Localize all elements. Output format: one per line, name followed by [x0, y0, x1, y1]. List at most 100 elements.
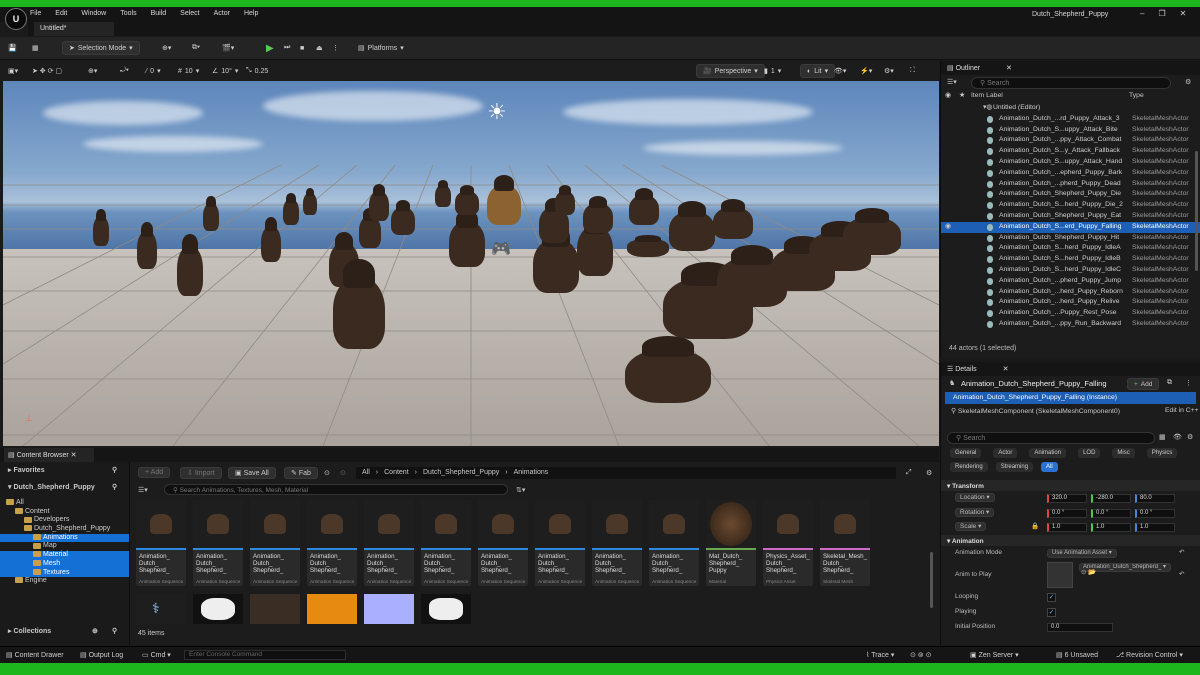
outliner-row[interactable]: Animation_Dutch_S...uppy_Attack_Hand Skel…: [941, 157, 1200, 168]
history-forward-icon[interactable]: ⊙: [340, 469, 346, 477]
browse-arrow-icon[interactable]: ⊙ 📂: [1081, 566, 1096, 580]
eye-icon[interactable]: 👁: [1173, 433, 1182, 441]
settings-icon[interactable]: ⚙: [1185, 78, 1191, 86]
menu-tools[interactable]: Tools: [120, 10, 136, 17]
settings-icon[interactable]: ⚙: [926, 469, 932, 477]
filter-streaming[interactable]: Streaming: [995, 462, 1034, 472]
sort-icon[interactable]: ⇅▾: [516, 486, 525, 494]
transform-tools[interactable]: ➤ ✥ ⟳ ▢: [32, 64, 62, 78]
outliner-row[interactable]: Animation_Dutch_...ppy_Attack_Combat Skel…: [941, 135, 1200, 146]
rotation-x[interactable]: 0.0 °: [1047, 508, 1087, 518]
animation-section[interactable]: ▾ Animation: [941, 534, 1200, 546]
save-all-button[interactable]: ▣ Save All: [228, 467, 276, 479]
dog-actor[interactable]: [261, 217, 281, 262]
content-drawer-button[interactable]: ▤ Content Drawer: [6, 651, 64, 659]
outliner-row[interactable]: Animation_Dutch_...pherd_Puppy_Dead Skele…: [941, 179, 1200, 190]
folder-tree-item[interactable]: Mesh: [0, 559, 129, 569]
filter-lod[interactable]: LOD: [1078, 448, 1101, 458]
platforms-dropdown[interactable]: ▤ Platforms ▾: [358, 41, 404, 55]
filter-actor[interactable]: Actor: [993, 448, 1018, 458]
folder-tree-item[interactable]: Map: [0, 542, 129, 551]
close-tab-icon[interactable]: ✕: [1006, 65, 1012, 72]
filter-animation[interactable]: Animation: [1029, 448, 1067, 458]
search-icon[interactable]: ⚲: [112, 466, 117, 474]
cinematics-icon[interactable]: 🎬▾: [222, 41, 234, 55]
breadcrumb-project[interactable]: Dutch_Shepherd_Puppy: [423, 469, 499, 477]
dog-actor[interactable]: [137, 221, 157, 269]
more-icon[interactable]: ⋮: [1185, 379, 1192, 387]
outliner-row[interactable]: Animation_Dutch_S...y_Attack_Fallback Ske…: [941, 146, 1200, 157]
console-input[interactable]: Enter Console Command: [184, 650, 346, 660]
dog-actor[interactable]: [625, 335, 711, 403]
dog-actor[interactable]: [669, 201, 715, 251]
component-row[interactable]: ⚲ SkeletalMeshComponent (SkeletalMeshCom…: [941, 404, 1200, 418]
asset-tile[interactable]: Physics_Asset_ Dutch_ Shepherd_ Physics Ass…: [763, 500, 813, 586]
dog-actor[interactable]: [369, 183, 389, 221]
asset-tile[interactable]: Animation_ Dutch_ Shepherd_ Animation Seque…: [136, 500, 186, 586]
settings-icon[interactable]: ⚙▾: [884, 64, 894, 78]
save-icon[interactable]: 💾: [8, 41, 17, 55]
level-viewport[interactable]: ☀ 🎮 ⊥: [3, 81, 939, 446]
visibility-icon[interactable]: ◉: [945, 91, 951, 102]
asset-tile[interactable]: Skeletal_Mesh_ Dutch_ Shepherd_ Skeletal Me…: [820, 500, 870, 586]
content-scrollbar[interactable]: [930, 552, 933, 608]
lit-dropdown[interactable]: ◐ Lit ▾: [800, 64, 836, 78]
dog-actor[interactable]: [629, 187, 659, 225]
blueprint-icon[interactable]: ⧉▾: [192, 41, 200, 55]
folder-tree-item[interactable]: Material: [0, 551, 129, 560]
maximize-viewport-icon[interactable]: ⛶: [910, 64, 915, 78]
dog-actor[interactable]: [303, 187, 317, 215]
playing-checkbox[interactable]: ✓: [1047, 607, 1056, 617]
outliner-row[interactable]: ◉ Animation_Dutch_S...erd_Puppy_Falling Sk…: [941, 221, 1200, 233]
eject-icon[interactable]: ⏏: [316, 41, 323, 55]
filter-icon[interactable]: ☰▾: [138, 486, 148, 494]
breadcrumb-all[interactable]: All: [362, 469, 370, 477]
fab-button[interactable]: ✎ Fab: [284, 467, 318, 479]
performance-icon[interactable]: ⚡▾: [860, 64, 872, 78]
dog-actor[interactable]: [455, 185, 479, 215]
filter-physics[interactable]: Physics: [1146, 448, 1178, 458]
asset-tile-texture-normal[interactable]: [364, 594, 414, 624]
import-button[interactable]: ⇩ Import: [180, 467, 222, 479]
location-z[interactable]: 80.0: [1135, 494, 1175, 503]
reset-icon[interactable]: ↶: [1179, 560, 1184, 590]
asset-tile[interactable]: Animation_ Dutch_ Shepherd_ Animation Seque…: [592, 500, 642, 586]
outliner-root[interactable]: ▾◍ Untitled (Editor): [941, 103, 1200, 114]
close-tab-icon[interactable]: ✕: [1003, 366, 1009, 373]
asset-tile[interactable]: Mat_Dutch_ Shepherd_ Puppy Material: [706, 500, 756, 586]
content-browser-tab[interactable]: ▤ Content Browser ✕: [4, 448, 94, 462]
dog-actor[interactable]: [391, 200, 415, 235]
selection-mode-dropdown[interactable]: ➤ Selection Mode ▾: [62, 41, 140, 55]
location-dropdown[interactable]: Location ▾: [955, 493, 995, 502]
output-log-button[interactable]: ▤ Output Log: [80, 651, 123, 659]
dog-actor[interactable]: [435, 179, 451, 207]
collections-header[interactable]: ▸ Collections ⊕ ⚲: [0, 624, 130, 640]
filter-rendering[interactable]: Rendering: [950, 462, 988, 472]
asset-tile-texture-color[interactable]: [250, 594, 300, 624]
asset-tile[interactable]: Animation_ Dutch_ Shepherd_ Animation Seque…: [307, 500, 357, 586]
scale-dropdown[interactable]: Scale ▾: [955, 522, 987, 532]
outliner-row[interactable]: Animation_Dutch_...herd_Puppy_Reborn Skel…: [941, 287, 1200, 298]
outliner-row[interactable]: Animation_Dutch_...epherd_Puppy_Bark Skel…: [941, 168, 1200, 179]
dog-actor[interactable]: [283, 192, 299, 225]
location-y[interactable]: -280.0: [1091, 494, 1131, 503]
dog-actor[interactable]: [449, 209, 485, 267]
asset-tile[interactable]: Animation_ Dutch_ Shepherd_ Animation Seque…: [421, 500, 471, 586]
scale-x[interactable]: 1.0: [1047, 523, 1087, 533]
col-item-label[interactable]: Item Label: [971, 91, 1003, 102]
animation-mode-dropdown[interactable]: Use Animation Asset ▾: [1047, 548, 1117, 558]
asset-tile-texture-mask[interactable]: [193, 594, 243, 624]
search-icon[interactable]: ⚲: [112, 483, 117, 491]
instance-row[interactable]: Animation_Dutch_Shepherd_Puppy_Falling (…: [945, 392, 1196, 404]
asset-tile-texture-opacity[interactable]: [421, 594, 471, 624]
angle-snap[interactable]: ∠ 10° ▾: [212, 64, 238, 78]
outliner-row[interactable]: Animation_Dutch_S...uppy_Attack_Bite Skel…: [941, 125, 1200, 136]
add-actor-icon[interactable]: ⊕▾: [162, 41, 171, 55]
add-component-button[interactable]: + Add: [1127, 378, 1160, 390]
trace-button[interactable]: ⌇ Trace ▾: [866, 651, 894, 659]
snap-rotate[interactable]: ⁄ 0 ▾: [146, 64, 161, 78]
asset-tile-skeleton[interactable]: ⚕: [136, 594, 186, 624]
folder-tree-item[interactable]: All: [0, 499, 129, 508]
folder-tree-item[interactable]: Engine: [0, 577, 129, 586]
dog-actor[interactable]: [577, 213, 613, 276]
